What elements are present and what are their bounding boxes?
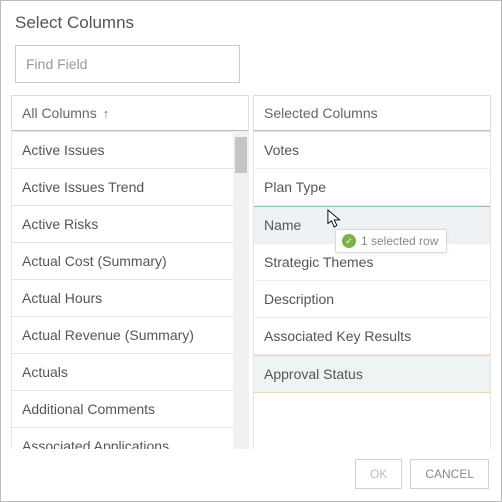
list-item[interactable]: Associated Applications bbox=[11, 428, 249, 449]
dialog-title: Select Columns bbox=[1, 1, 501, 41]
all-columns-panel: All Columns ↑ Active IssuesActive Issues… bbox=[11, 95, 249, 449]
check-icon: ✓ bbox=[342, 234, 356, 248]
all-columns-header-label: All Columns bbox=[22, 105, 97, 121]
cancel-button[interactable]: CANCEL bbox=[410, 459, 489, 489]
scrollbar[interactable] bbox=[233, 131, 249, 449]
dialog-footer: OK CANCEL bbox=[1, 449, 501, 501]
list-item[interactable]: Description bbox=[254, 281, 490, 318]
select-columns-dialog: Select Columns All Columns ↑ Active Issu… bbox=[0, 0, 502, 502]
list-item[interactable]: Actual Hours bbox=[11, 280, 249, 317]
selected-columns-scroll: VotesPlan TypeNameStrategic ThemesDescri… bbox=[253, 131, 491, 449]
sort-asc-icon: ↑ bbox=[103, 106, 110, 121]
all-columns-list: Active IssuesActive Issues TrendActive R… bbox=[11, 131, 249, 449]
list-item[interactable]: Active Risks bbox=[11, 206, 249, 243]
drag-tooltip: ✓ 1 selected row bbox=[335, 229, 447, 253]
all-columns-header[interactable]: All Columns ↑ bbox=[11, 95, 249, 131]
list-item[interactable]: Actual Cost (Summary) bbox=[11, 243, 249, 280]
selected-columns-header-label: Selected Columns bbox=[264, 105, 378, 121]
scrollbar-thumb[interactable] bbox=[235, 137, 247, 173]
selected-columns-panel: Selected Columns VotesPlan TypeNameStrat… bbox=[253, 95, 491, 449]
columns-wrap: All Columns ↑ Active IssuesActive Issues… bbox=[1, 95, 501, 449]
selected-columns-list: VotesPlan TypeNameStrategic ThemesDescri… bbox=[253, 131, 491, 449]
search-input[interactable] bbox=[15, 45, 240, 83]
ok-button[interactable]: OK bbox=[355, 459, 402, 489]
list-item[interactable]: Active Issues bbox=[11, 131, 249, 169]
list-item[interactable]: Approval Status bbox=[254, 355, 490, 393]
list-item[interactable]: Associated Key Results bbox=[254, 318, 490, 355]
selected-columns-header[interactable]: Selected Columns bbox=[253, 95, 491, 131]
tooltip-text: 1 selected row bbox=[361, 234, 438, 248]
list-item[interactable]: Plan Type bbox=[254, 169, 490, 206]
list-item[interactable]: Actuals bbox=[11, 354, 249, 391]
all-columns-scroll: Active IssuesActive Issues TrendActive R… bbox=[11, 131, 249, 449]
list-item[interactable]: Votes bbox=[254, 131, 490, 169]
list-item[interactable]: Active Issues Trend bbox=[11, 169, 249, 206]
list-item[interactable]: Additional Comments bbox=[11, 391, 249, 428]
list-item[interactable]: Actual Revenue (Summary) bbox=[11, 317, 249, 354]
search-box bbox=[15, 45, 240, 83]
